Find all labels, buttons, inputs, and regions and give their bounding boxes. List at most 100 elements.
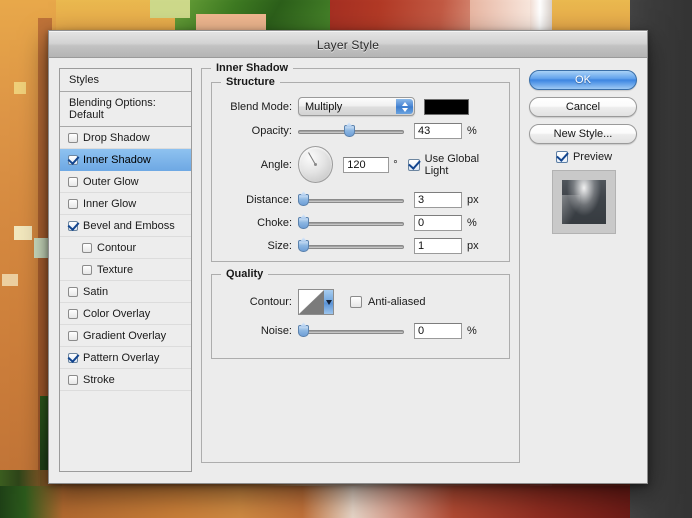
photo-speck: [14, 226, 32, 240]
chevron-updown-icon[interactable]: [396, 99, 413, 114]
angle-label: Angle:: [260, 158, 292, 171]
style-row-drop-shadow[interactable]: Drop Shadow: [60, 127, 191, 149]
blend-mode-select[interactable]: Multiply: [298, 97, 415, 116]
structure-group-title: Structure: [221, 76, 280, 88]
anti-aliased-checkbox[interactable]: [350, 296, 362, 308]
choke-label: Choke:: [257, 217, 292, 229]
style-checkbox[interactable]: [68, 308, 78, 319]
use-global-light-label: Use Global Light: [424, 152, 480, 177]
blend-mode-row: Blend Mode: Multiply: [220, 97, 501, 116]
style-row-label: Contour: [97, 241, 137, 254]
use-global-light-row[interactable]: Use Global Light: [407, 152, 501, 177]
angle-input[interactable]: 120: [343, 156, 390, 173]
style-row-texture[interactable]: Texture: [60, 259, 191, 281]
style-row-color-overlay[interactable]: Color Overlay: [60, 303, 191, 325]
choke-input[interactable]: 0: [414, 215, 462, 231]
distance-input[interactable]: 3: [414, 192, 462, 208]
distance-slider-track: [298, 199, 404, 203]
distance-slider-knob[interactable]: [298, 194, 309, 206]
style-checkbox[interactable]: [68, 154, 78, 165]
size-input[interactable]: 1: [414, 238, 462, 254]
size-slider[interactable]: [298, 239, 404, 253]
opacity-unit: %: [467, 125, 477, 137]
distance-label: Distance:: [246, 194, 292, 206]
shadow-color-swatch[interactable]: [424, 98, 469, 115]
style-row-gradient-overlay[interactable]: Gradient Overlay: [60, 325, 191, 347]
distance-slider[interactable]: [298, 193, 404, 207]
choke-slider[interactable]: [298, 216, 404, 230]
new-style-button[interactable]: New Style...: [529, 124, 637, 144]
style-checkbox[interactable]: [68, 176, 78, 187]
preview-checkbox[interactable]: [555, 151, 568, 163]
style-checkbox[interactable]: [68, 352, 78, 363]
noise-label: Noise:: [260, 325, 292, 337]
style-row-bevel-and-emboss[interactable]: Bevel and Emboss: [60, 215, 191, 237]
preview-label: Preview: [572, 151, 613, 163]
style-checkbox[interactable]: [82, 264, 92, 275]
opacity-slider[interactable]: [298, 124, 404, 138]
size-slider-knob[interactable]: [298, 240, 309, 252]
photo-apple-highlight: [470, 0, 530, 34]
style-row-inner-shadow[interactable]: Inner Shadow: [60, 149, 191, 171]
style-checkbox[interactable]: [68, 374, 78, 385]
choke-slider-knob[interactable]: [298, 217, 309, 229]
styles-header[interactable]: Styles: [60, 69, 191, 92]
style-checkbox[interactable]: [68, 286, 78, 297]
style-checkbox[interactable]: [82, 242, 92, 253]
style-row-label: Bevel and Emboss: [83, 219, 175, 232]
choke-slider-track: [298, 222, 404, 226]
distance-row: Distance: 3 px: [220, 192, 501, 208]
style-row-pattern-overlay[interactable]: Pattern Overlay: [60, 347, 191, 369]
noise-input[interactable]: 0: [414, 323, 462, 339]
noise-slider[interactable]: [298, 324, 404, 338]
style-row-label: Inner Shadow: [83, 153, 151, 166]
size-slider-track: [298, 245, 404, 249]
contour-curve-thumbnail: [299, 290, 324, 314]
style-row-outer-glow[interactable]: Outer Glow: [60, 171, 191, 193]
angle-dial[interactable]: [298, 146, 334, 183]
style-row-stroke[interactable]: Stroke: [60, 369, 191, 391]
photo-speck: [34, 238, 48, 258]
ok-button[interactable]: OK: [529, 70, 637, 90]
style-row-label: Outer Glow: [83, 175, 139, 188]
anti-aliased-row[interactable]: Anti-aliased: [350, 296, 425, 308]
noise-slider-knob[interactable]: [298, 325, 309, 337]
cancel-button[interactable]: Cancel: [529, 97, 637, 117]
contour-preset-picker[interactable]: [298, 289, 334, 315]
layer-preview-image: [562, 180, 606, 224]
style-row-inner-glow[interactable]: Inner Glow: [60, 193, 191, 215]
chevron-down-icon[interactable]: [324, 290, 333, 314]
structure-group: Structure Blend Mode: Multiply Opacity:: [211, 76, 510, 262]
inner-shadow-group-title: Inner Shadow: [211, 62, 294, 74]
opacity-slider-knob[interactable]: [343, 125, 355, 137]
style-checkbox[interactable]: [68, 198, 78, 209]
style-row-contour[interactable]: Contour: [60, 237, 191, 259]
size-label: Size:: [267, 240, 292, 252]
photo-bottom-band: [0, 486, 630, 518]
style-checkbox[interactable]: [68, 132, 78, 143]
blending-options-row[interactable]: Blending Options: Default: [60, 92, 191, 127]
style-checkbox[interactable]: [68, 330, 78, 341]
noise-slider-track: [298, 330, 404, 334]
opacity-input[interactable]: 43: [414, 123, 462, 139]
distance-unit: px: [467, 194, 479, 206]
inner-shadow-group: Inner Shadow Structure Blend Mode: Multi…: [201, 62, 520, 463]
preview-toggle-row[interactable]: Preview: [529, 151, 639, 163]
blend-mode-value: Multiply: [305, 100, 343, 113]
style-row-label: Pattern Overlay: [83, 351, 160, 364]
style-row-label: Inner Glow: [83, 197, 137, 210]
style-checkbox[interactable]: [68, 220, 78, 231]
choke-row: Choke: 0 %: [220, 215, 501, 231]
dialog-titlebar[interactable]: Layer Style: [49, 31, 647, 58]
style-row-label: Texture: [97, 263, 134, 276]
photo-speck: [2, 274, 18, 286]
layer-preview-thumbnail: [552, 170, 616, 234]
style-row-label: Satin: [83, 285, 109, 298]
quality-group: Quality Contour: Anti-aliased Noise: 0 %: [211, 268, 510, 359]
size-unit: px: [467, 240, 479, 252]
use-global-light-checkbox[interactable]: [407, 158, 420, 171]
effect-settings-area: Inner Shadow Structure Blend Mode: Multi…: [201, 62, 520, 472]
style-row-satin[interactable]: Satin: [60, 281, 191, 303]
angle-unit: °: [393, 158, 398, 171]
quality-group-title: Quality: [221, 268, 269, 280]
